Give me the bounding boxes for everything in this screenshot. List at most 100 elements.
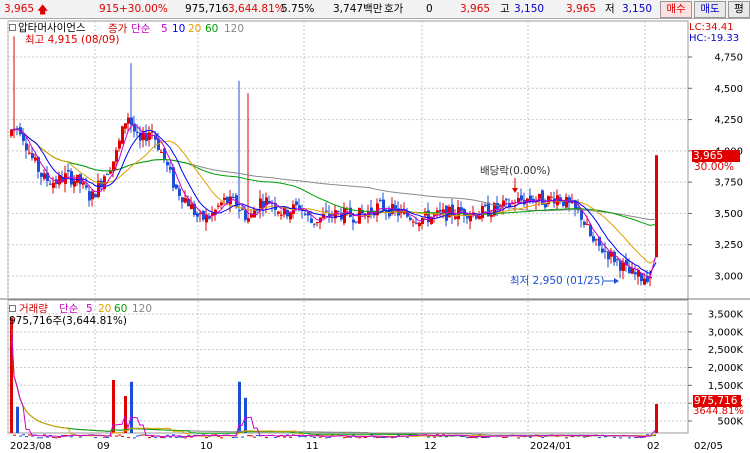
volume-bar (502, 436, 505, 438)
volume-bar (184, 437, 187, 439)
volume-bar (619, 437, 622, 439)
candle-body (289, 212, 292, 220)
candle-body (379, 199, 382, 201)
volume-bar (604, 436, 607, 438)
candle-body (631, 268, 634, 274)
volume-bar (313, 436, 316, 438)
candle-body (628, 267, 631, 274)
candle-body (418, 222, 421, 227)
volume-bar (115, 435, 118, 437)
low-label: 저 (605, 3, 615, 15)
volume-bar (37, 437, 40, 439)
candle-body (217, 205, 220, 207)
volume-bar (382, 437, 385, 439)
quote-value: 0 (426, 3, 433, 15)
candle-body (352, 219, 355, 223)
volume-bar (274, 436, 277, 438)
low-annotation: 최저 2,950 (01/25) (510, 275, 605, 287)
candle-body (496, 203, 499, 210)
volume-bar (244, 397, 247, 433)
volume-bar (127, 437, 130, 439)
candle-body (160, 151, 163, 153)
vma20-label: 20 (98, 303, 112, 315)
current-volume-pct-tag: 3644.81% (693, 406, 744, 417)
volume-bar (121, 435, 124, 437)
candle-body (40, 172, 43, 177)
x-tick-label: 12 (424, 441, 437, 452)
candle-body (118, 140, 121, 149)
candle-body (10, 129, 13, 136)
candle-body (277, 211, 280, 214)
volume-bar (481, 436, 484, 438)
candle-body (247, 218, 250, 222)
volume-bar (328, 436, 331, 438)
candle-body (178, 188, 181, 197)
candle-body (313, 223, 316, 225)
volume-bar (466, 437, 469, 439)
candle-body (490, 214, 493, 217)
candle-body (127, 117, 130, 124)
volume-bar (379, 436, 382, 438)
candle-body (310, 218, 313, 223)
stock-chart[interactable]: 4,7504,5004,2504,0003,7503,5003,2503,000… (0, 19, 750, 453)
volume-bar (163, 437, 166, 439)
volume-tick-label: 500K (717, 417, 743, 428)
volume-bar (40, 437, 43, 439)
volume-bar (343, 437, 346, 439)
sell-button[interactable]: 매도 (694, 1, 726, 18)
candle-body (184, 198, 187, 203)
volume-bar (289, 436, 292, 438)
candle-body (436, 210, 439, 213)
price-change-pct: +30.00% (119, 3, 168, 15)
x-tick-label: 02 (647, 441, 660, 452)
candle-body (583, 221, 586, 225)
candle-body (124, 123, 127, 129)
volume-bar (13, 434, 16, 436)
price-tick-label: 3,000 (714, 272, 743, 283)
hc-label: HC:-19.33 (689, 33, 740, 44)
volume-panel-menu-icon[interactable] (9, 305, 16, 312)
volume-bar (22, 434, 25, 436)
volume-value-label: 975,716주(3,644.81%) (9, 315, 128, 327)
candle-body (409, 217, 412, 220)
volume-bar (46, 436, 49, 438)
candle-body (394, 205, 397, 209)
panel-menu-icon[interactable] (9, 24, 16, 31)
volume-bar (505, 436, 508, 438)
volume-bar (31, 435, 34, 437)
low-price: 3,965 (566, 3, 597, 15)
volume-bar (232, 436, 235, 438)
candle-body (550, 196, 553, 198)
x-tick-label: 2024/01 (530, 441, 572, 452)
volume-bar (634, 437, 637, 439)
candle-body (454, 216, 457, 219)
volume-bar (25, 436, 28, 438)
price-change: 915 (99, 3, 120, 15)
candle-body (199, 213, 202, 215)
volume-bar (43, 434, 46, 436)
candle-body (355, 221, 358, 223)
candle-body (73, 181, 76, 187)
buy-button[interactable]: 매수 (660, 1, 692, 18)
volume-bar (103, 436, 106, 438)
volume-bar (256, 434, 259, 436)
candle-body (130, 117, 133, 125)
volume-bar (628, 437, 631, 439)
volume-bar (640, 437, 643, 439)
volume-bar (220, 437, 223, 439)
volume-bar (265, 437, 268, 439)
eval-button[interactable]: 평 (728, 1, 750, 18)
volume-bar (130, 381, 133, 433)
quote-bar: 3,965 🡅 915 +30.00% 975,716 3,644.81% 5.… (0, 0, 750, 19)
volume-bar (70, 436, 73, 438)
low-value: 3,150 (622, 3, 653, 15)
volume-bar (250, 435, 253, 437)
candle-body (91, 191, 94, 200)
volume-bar (205, 437, 208, 439)
high-annotation: 최고 4,915 (08/09) (25, 34, 120, 46)
candle-body (586, 224, 589, 226)
volume-bar (160, 437, 163, 439)
volume-ma-label: 단순 (59, 303, 79, 315)
volume-bar (298, 436, 301, 438)
candle-body (49, 183, 52, 185)
